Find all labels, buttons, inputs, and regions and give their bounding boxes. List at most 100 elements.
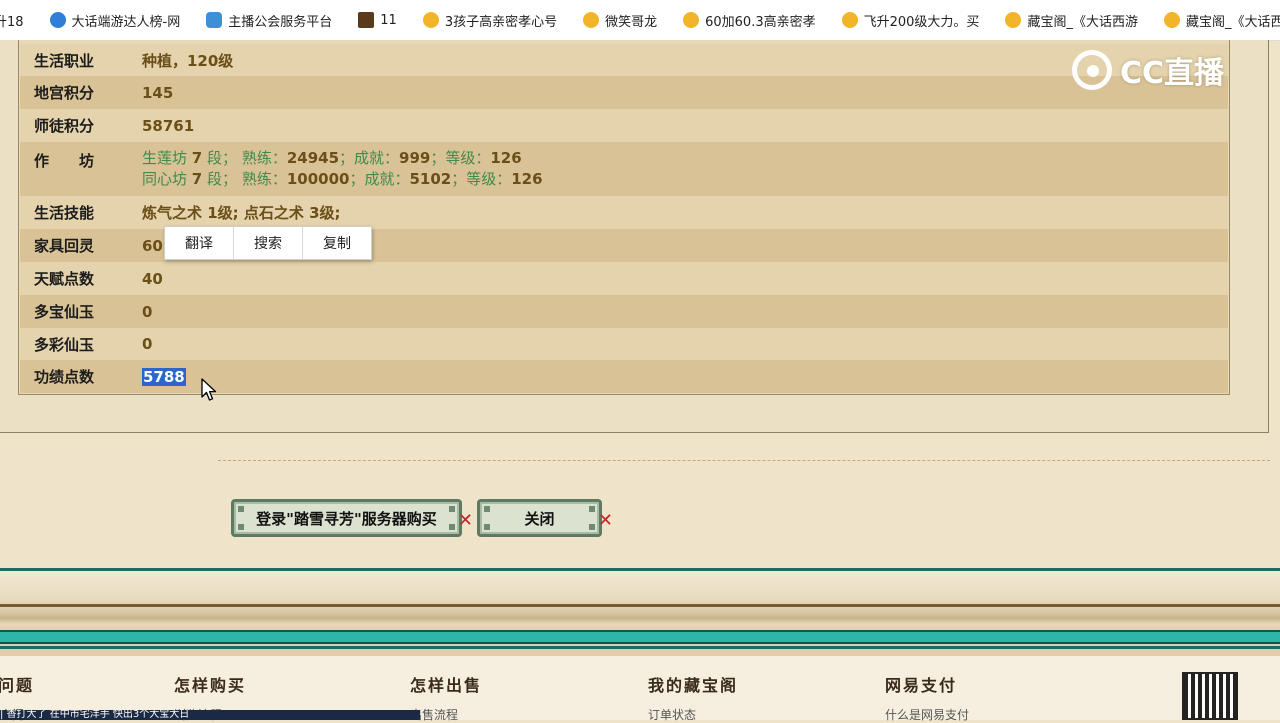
button-corner: [484, 506, 490, 512]
row-skills: 生活技能 炼气之术 1级; 点石之术 3级;: [20, 196, 1228, 229]
workshop-tier: 7: [191, 149, 203, 167]
row-label: 家具回灵: [34, 237, 95, 255]
bookmark-item[interactable]: 飞升200级大力。买: [841, 11, 980, 30]
bookmark-label: 11: [380, 12, 397, 28]
cc-icon: [583, 12, 600, 28]
row-label: 地宫积分: [34, 84, 95, 102]
workshop-tier: 7: [191, 170, 203, 188]
translate-menu-item[interactable]: 翻译: [165, 227, 234, 259]
text-selection-menu: 翻译 搜索 复制: [164, 226, 372, 260]
workshop-level: 126: [511, 170, 543, 188]
footer-link[interactable]: 什么是网易支付: [885, 706, 969, 723]
text: ；等级：: [451, 170, 512, 188]
bookmarks-bar: 升18 大话端游达人榜-网 主播公会服务平台 11 3孩子高亲密孝心号 微笑哥龙…: [0, 0, 1280, 41]
footer-heading: 问题: [0, 676, 35, 695]
row-label: 功绩点数: [34, 368, 95, 386]
text: ；等级：: [430, 149, 491, 167]
row-label: 作 坊: [34, 152, 95, 170]
bookmark-label: 藏宝阁_《大话西: [1185, 14, 1280, 30]
cc-logo-text: CC直播: [1120, 56, 1225, 91]
game-icon: [358, 12, 375, 28]
cc-icon: [841, 12, 858, 28]
footer-heading: 我的藏宝阁: [648, 676, 739, 695]
cc-icon: [683, 12, 700, 28]
workshop-name: 生莲坊: [142, 149, 188, 167]
dashed-divider: [218, 460, 1270, 461]
text: 熟练：: [241, 149, 287, 167]
search-menu-item[interactable]: 搜索: [234, 227, 303, 259]
row-talent: 天赋点数 40: [20, 262, 1228, 295]
footer-link[interactable]: 订单状态: [648, 706, 696, 723]
cc-icon: [422, 12, 439, 28]
bookmark-label: 主播公会服务平台: [228, 14, 333, 30]
row-value: 60: [142, 236, 163, 255]
footer-heading: 网易支付: [885, 676, 958, 695]
cc-logo-icon: [1072, 50, 1112, 90]
bookmark-item[interactable]: 主播公会服务平台: [206, 11, 332, 30]
bookmark-item[interactable]: 3孩子高亲密孝心号: [422, 11, 558, 30]
row-label: 生活技能: [34, 204, 95, 222]
row-duobao: 多宝仙玉 0: [20, 295, 1228, 328]
row-value: 生莲坊 7 段； 熟练：24945；成就：999；等级：126 同心坊 7 段；…: [142, 142, 543, 190]
button-corner: [449, 524, 455, 530]
text: 熟练：: [241, 170, 287, 188]
cc-icon: [1163, 12, 1180, 28]
button-corner: [484, 524, 490, 530]
button-corner: [589, 506, 595, 512]
qr-code-icon: [1182, 672, 1238, 720]
row-value: 40: [142, 269, 163, 288]
cc-live-watermark: CC直播: [1072, 48, 1224, 92]
copy-menu-item[interactable]: 复制: [303, 227, 371, 259]
button-corner: [449, 506, 455, 512]
workshop-exp: 100000: [286, 170, 350, 188]
selected-text[interactable]: 5788: [142, 367, 186, 386]
text: 段；: [207, 149, 238, 167]
shield-icon: [206, 12, 223, 28]
workshop-achievement: 999: [399, 149, 431, 167]
workshop-name: 同心坊: [142, 170, 188, 188]
browser-icon: [49, 12, 66, 28]
bookmark-item[interactable]: 升18: [0, 11, 24, 30]
workshop-level: 126: [490, 149, 522, 167]
button-corner: [238, 524, 244, 530]
row-label: 多宝仙玉: [34, 303, 95, 321]
row-value[interactable]: 5788: [142, 367, 186, 386]
bookmark-item[interactable]: 微笑哥龙: [583, 11, 657, 30]
bookmark-label: 升18: [0, 14, 24, 30]
close-button[interactable]: 关闭 ✕: [477, 499, 613, 537]
bookmark-item[interactable]: 60加60.3高亲密孝: [683, 11, 816, 30]
row-career: 生活职业 种植，120级: [20, 44, 1228, 76]
row-label: 生活职业: [34, 51, 95, 70]
footer-heading: 怎样购买: [174, 676, 247, 695]
band-line: [0, 568, 1280, 571]
bookmark-label: 飞升200级大力。买: [863, 14, 980, 30]
footer-heading: 怎样出售: [410, 676, 483, 695]
row-value: 0: [142, 302, 153, 321]
bookmark-label: 微笑哥龙: [605, 14, 658, 30]
button-label: 关闭: [524, 509, 555, 528]
row-label: 多彩仙玉: [34, 335, 95, 354]
bookmark-label: 大话端游达人榜-网: [71, 14, 181, 30]
workshop-achievement: 5102: [409, 170, 452, 188]
bookmark-item[interactable]: 大话端游达人榜-网: [49, 11, 181, 30]
bookmark-item[interactable]: 藏宝阁_《大话西: [1163, 11, 1280, 30]
tassel-icon: ✕: [457, 510, 473, 531]
row-value: 145: [142, 83, 174, 102]
bookmark-item[interactable]: 11: [358, 12, 397, 28]
row-duocai: 多彩仙玉 0: [20, 328, 1228, 360]
bookmark-label: 藏宝阁_《大话西游: [1027, 14, 1138, 30]
band-line: [0, 646, 1280, 649]
bookmark-label: 3孩子高亲密孝心号: [444, 14, 558, 30]
text: 段；: [207, 170, 238, 188]
mouse-cursor-icon: [201, 378, 217, 401]
login-server-buy-button[interactable]: 登录"踏雪寻芳"服务器购买 ✕: [231, 499, 473, 537]
band-line: [0, 630, 1280, 644]
bookmark-label: 60加60.3高亲密孝: [705, 14, 816, 30]
row-dungeon: 地宫积分 145: [20, 76, 1228, 109]
row-value: 58761: [142, 116, 195, 135]
tassel-icon: ✕: [597, 510, 613, 531]
row-value: 种植，120级: [142, 51, 234, 70]
bookmark-item[interactable]: 藏宝阁_《大话西游: [1005, 11, 1138, 30]
taskbar-strip: | 香打大了 在中市宅洋手 快出3个大宝大日: [0, 710, 420, 720]
text: ；成就：: [349, 170, 410, 188]
